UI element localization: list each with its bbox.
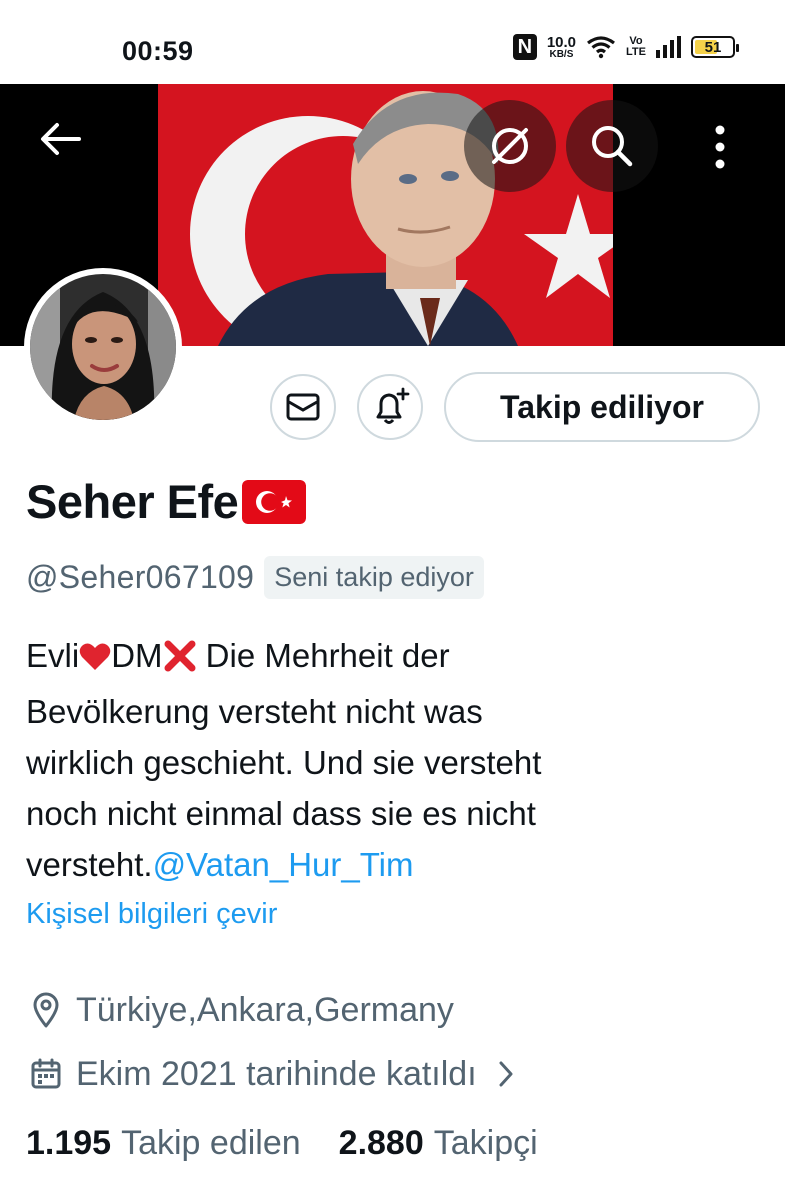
bell-plus-icon [376,387,410,424]
bio-line: Evli DM Die Mehrheit der [26,630,746,686]
status-bar: 00:59 N 10.0 KB/S Vo LTE 51 [0,0,785,84]
search-icon [592,126,633,167]
location-pin-icon [26,990,66,1030]
message-button[interactable] [270,374,336,440]
avatar-image [30,274,176,420]
more-button[interactable] [690,112,750,182]
avatar[interactable] [24,268,182,426]
battery-icon: 51 [691,36,739,58]
username-handle: @Seher067109 [26,559,255,595]
bio-line: wirklich geschieht. Und sie versteht [26,744,542,781]
notifications-button[interactable] [357,374,423,440]
following-button[interactable]: Takip ediliyor [444,372,760,442]
search-button[interactable] [566,100,658,192]
follow-stats: 1.195 Takip edilen 2.880 Takipçi [26,1124,538,1163]
wifi-icon [587,36,616,59]
signal-icon [656,36,681,58]
volte-indicator: Vo LTE [626,36,646,58]
bio-line: versteht.@Vatan_Hur_Tim [26,839,746,890]
follows-you-badge: Seni takip ediyor [264,556,484,599]
status-time: 00:59 [122,36,194,66]
bio-line1-rest: Die Mehrheit der [196,637,450,674]
chevron-right-icon [497,1060,515,1088]
battery-level: 51 [704,38,722,56]
network-speed-unit: KB/S [549,48,574,60]
translate-bio-link[interactable]: Kişisel bilgileri çevir [26,898,277,931]
location-row: Türkiye,Ankara,Germany [26,990,454,1030]
bio-prefix: Evli [26,637,80,674]
back-button[interactable] [30,108,92,170]
network-speed: 10.0 KB/S [547,35,576,60]
bio-line: noch nicht einmal dass sie es nicht [26,795,536,832]
following-stat[interactable]: 1.195 Takip edilen [26,1124,301,1163]
handle-row: @Seher067109 Seni takip ediyor [26,556,484,599]
bio-line: Bevölkerung versteht nicht was [26,693,483,730]
bio-line5-text: versteht. [26,846,153,883]
following-count: 1.195 [26,1124,112,1162]
joined-text: Ekim 2021 tarihinde katıldı [76,1054,477,1093]
slash-circle-icon [492,128,528,164]
followers-count: 2.880 [338,1124,424,1162]
location-text: Türkiye,Ankara,Germany [76,990,454,1029]
more-vertical-icon [715,125,725,169]
status-icons: N 10.0 KB/S Vo LTE 51 [512,34,739,60]
bio-dm: DM [111,637,163,674]
followers-label: Takipçi [433,1124,538,1162]
turkey-flag-icon [242,479,307,524]
bio: Evli DM Die Mehrheit der Bevölkerung vers… [26,630,746,890]
grok-button[interactable] [464,100,556,192]
calendar-icon [26,1054,66,1094]
volte-bottom: LTE [626,46,646,58]
display-name: Seher Efe [26,475,239,528]
arrow-left-icon [41,123,81,155]
red-heart-icon [79,635,111,686]
following-label: Takip edilen [121,1124,301,1162]
joined-row[interactable]: Ekim 2021 tarihinde katıldı [26,1054,515,1094]
name-row: Seher Efe [26,474,307,529]
cross-mark-icon [163,635,197,686]
bio-mention-link[interactable]: @Vatan_Hur_Tim [153,846,414,883]
nfc-icon: N [512,34,537,60]
envelope-icon [286,393,320,421]
followers-stat[interactable]: 2.880 Takipçi [339,1124,538,1163]
network-speed-value: 10.0 [546,33,577,51]
